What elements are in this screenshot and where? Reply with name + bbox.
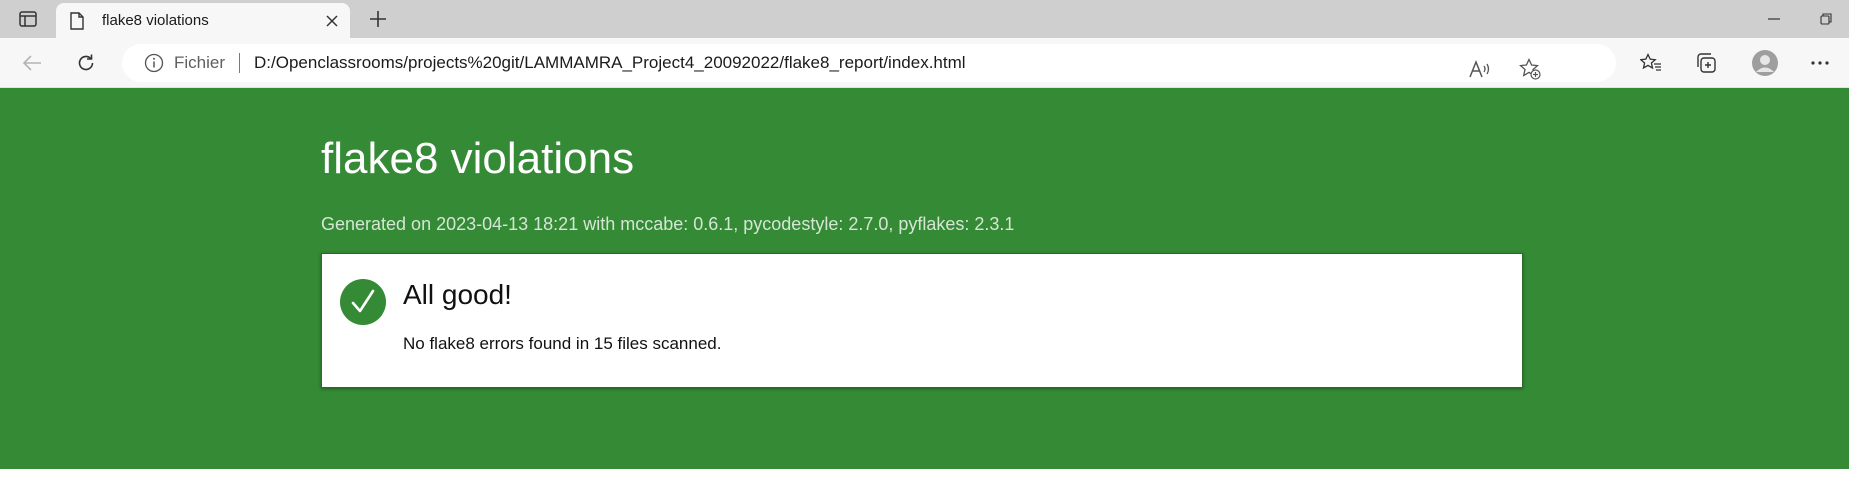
restore-icon [1820,13,1832,25]
address-bar[interactable]: Fichier D:/Openclassrooms/projects%20git… [122,44,1616,82]
address-scheme-label: Fichier [174,53,226,72]
status-message: No flake8 errors found in 15 files scann… [403,334,722,353]
new-tab-button[interactable] [362,4,394,34]
tab-strip: flake8 violations [0,0,1849,38]
status-heading: All good! [403,279,512,310]
restore-button[interactable] [1803,0,1849,38]
collections-button[interactable] [1688,46,1724,80]
more-menu-button[interactable] [1802,46,1838,80]
tab-actions-button[interactable] [10,4,46,34]
tab-actions-icon [19,11,37,27]
page-title: flake8 violations [321,134,635,183]
tab-title: flake8 violations [102,12,209,29]
tab-flake8-violations[interactable]: flake8 violations [56,3,350,38]
favorites-button[interactable] [1633,46,1669,80]
generated-info: Generated on 2023-04-13 18:21 with mccab… [321,214,1015,234]
read-aloud-button[interactable] [1464,53,1496,85]
minimize-button[interactable] [1751,0,1797,38]
plus-icon [370,11,386,27]
browser-toolbar: Fichier D:/Openclassrooms/projects%20git… [0,38,1849,88]
page-scrollbar[interactable] [1845,88,1849,469]
add-favorite-icon [1519,58,1541,80]
minimize-icon [1768,18,1780,20]
collections-icon [1697,53,1716,73]
address-separator [239,53,241,73]
page-viewport: flake8 violations Generated on 2023-04-1… [0,88,1849,491]
back-arrow-icon [22,55,41,71]
status-card: All good! No flake8 errors found in 15 f… [321,253,1523,388]
more-icon [1811,61,1829,65]
tab-close-button[interactable] [318,7,346,35]
read-aloud-icon [1469,60,1490,78]
refresh-icon [78,54,94,71]
profile-button[interactable] [1747,46,1783,80]
page-icon [70,11,86,30]
report-banner: flake8 violations Generated on 2023-04-1… [0,88,1849,469]
address-url[interactable]: D:/Openclassrooms/projects%20git/LAMMAMR… [254,53,966,73]
profile-avatar-icon [1752,50,1778,76]
favorites-icon [1640,53,1661,71]
info-icon[interactable] [144,53,164,73]
add-favorite-button[interactable] [1514,53,1546,85]
back-button[interactable] [14,46,50,80]
close-icon [326,14,338,27]
checkmark-icon [340,279,386,325]
refresh-button[interactable] [68,46,104,80]
